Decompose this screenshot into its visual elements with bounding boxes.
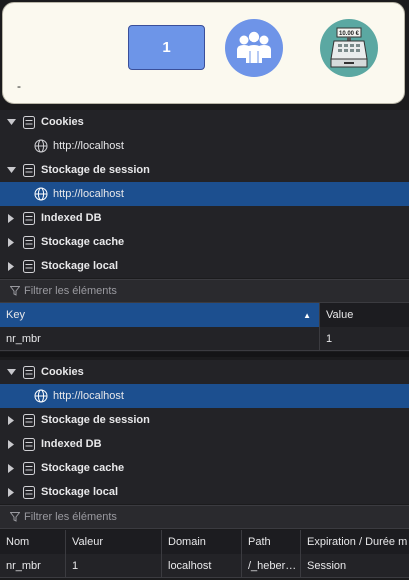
column-label: Key (6, 309, 25, 321)
tree-item-session-storage[interactable]: Stockage de session (0, 408, 409, 432)
tree-item-local-storage[interactable]: Stockage local (0, 480, 409, 504)
chevron-right-icon[interactable] (5, 236, 17, 248)
column-header-domain[interactable]: Domain (162, 530, 242, 554)
tree-item-cookies[interactable]: Cookies (0, 110, 409, 134)
tree-item-label: Stockage de session (41, 414, 150, 426)
tree-item-label: http://localhost (53, 188, 124, 200)
cell-path: /_heber… (242, 554, 301, 577)
database-icon (23, 163, 35, 177)
column-header-value[interactable]: Value (320, 303, 409, 327)
chevron-right-icon[interactable] (5, 438, 17, 450)
column-header-expiration[interactable]: Expiration / Durée m (301, 530, 409, 554)
filter-icon (10, 512, 20, 522)
storage-tree-top: Cookies http://localhost Stockage de ses… (0, 110, 409, 278)
status-text: - (17, 79, 21, 93)
column-header-value[interactable]: Valeur (66, 530, 162, 554)
storage-tree-bottom: Cookies http://localhost Stockage de ses… (0, 360, 409, 504)
tree-item-indexed-db[interactable]: Indexed DB (0, 206, 409, 230)
tree-item-cookies-localhost[interactable]: http://localhost (0, 134, 409, 158)
cell-domain: localhost (162, 554, 242, 577)
database-icon (23, 413, 35, 427)
cell-value: 1 (66, 554, 162, 577)
table-header: Key ▲ Value (0, 303, 409, 327)
chevron-right-icon[interactable] (5, 260, 17, 272)
column-header-path[interactable]: Path (242, 530, 301, 554)
panel-divider[interactable] (0, 352, 409, 357)
column-label: Valeur (72, 536, 103, 548)
database-icon (23, 437, 35, 451)
tree-item-indexed-db[interactable]: Indexed DB (0, 432, 409, 456)
column-header-key[interactable]: Key ▲ (0, 303, 320, 327)
members-icon[interactable] (225, 19, 283, 77)
filter-bar[interactable]: Filtrer les éléments (0, 279, 409, 303)
register-amount: 10.00 € (339, 31, 360, 37)
app-card: 1 10.00 € - (2, 2, 405, 104)
cookie-table: Nom Valeur Domain Path Expiration / Duré… (0, 530, 409, 578)
tree-item-label: Cookies (41, 366, 84, 378)
globe-icon (34, 389, 48, 403)
column-header-name[interactable]: Nom (0, 530, 66, 554)
database-icon (23, 461, 35, 475)
tree-item-label: Indexed DB (41, 438, 102, 450)
database-icon (23, 211, 35, 225)
table-row[interactable]: nr_mbr 1 localhost /_heber… Session (0, 554, 409, 578)
table-row[interactable]: nr_mbr 1 (0, 327, 409, 351)
tree-item-local-storage[interactable]: Stockage local (0, 254, 409, 278)
database-icon (23, 115, 35, 129)
chevron-down-icon[interactable] (5, 366, 17, 378)
tree-item-label: http://localhost (53, 140, 124, 152)
column-label: Path (248, 536, 271, 548)
chevron-right-icon[interactable] (5, 486, 17, 498)
tree-item-cache-storage[interactable]: Stockage cache (0, 230, 409, 254)
tree-item-session-storage[interactable]: Stockage de session (0, 158, 409, 182)
tree-item-label: http://localhost (53, 390, 124, 402)
tree-item-label: Stockage local (41, 260, 119, 272)
column-label: Value (326, 309, 354, 321)
tree-item-label: Cookies (41, 116, 84, 128)
database-icon (23, 235, 35, 249)
filter-input[interactable]: Filtrer les éléments (24, 511, 117, 523)
column-label: Expiration / Durée m (307, 536, 408, 548)
tree-item-label: Stockage cache (41, 462, 125, 474)
chevron-down-icon[interactable] (5, 164, 17, 176)
table-header: Nom Valeur Domain Path Expiration / Duré… (0, 530, 409, 554)
session-storage-table: Key ▲ Value nr_mbr 1 (0, 303, 409, 351)
cell-name: nr_mbr (0, 554, 66, 577)
member-counter-button[interactable]: 1 (128, 25, 205, 70)
database-icon (23, 485, 35, 499)
cell-value: 1 (326, 332, 333, 345)
cell-expiration: Session (307, 559, 347, 572)
tree-item-label: Stockage de session (41, 164, 150, 176)
tree-item-cache-storage[interactable]: Stockage cache (0, 456, 409, 480)
member-counter-value: 1 (162, 39, 171, 56)
tree-item-session-localhost[interactable]: http://localhost (0, 182, 409, 206)
globe-icon (34, 187, 48, 201)
chevron-right-icon[interactable] (5, 414, 17, 426)
database-icon (23, 259, 35, 273)
tree-item-cookies-localhost[interactable]: http://localhost (0, 384, 409, 408)
globe-icon (34, 139, 48, 153)
tree-item-label: Stockage local (41, 486, 119, 498)
chevron-down-icon[interactable] (5, 116, 17, 128)
database-icon (23, 365, 35, 379)
column-label: Domain (168, 536, 206, 548)
cash-register-icon[interactable]: 10.00 € (320, 19, 378, 77)
tree-item-cookies[interactable]: Cookies (0, 360, 409, 384)
filter-icon (10, 286, 20, 296)
sort-ascending-icon: ▲ (303, 310, 311, 320)
chevron-right-icon[interactable] (5, 212, 17, 224)
chevron-right-icon[interactable] (5, 462, 17, 474)
column-label: Nom (6, 536, 30, 548)
cell-key: nr_mbr (0, 327, 320, 350)
tree-item-label: Stockage cache (41, 236, 125, 248)
filter-bar[interactable]: Filtrer les éléments (0, 505, 409, 529)
filter-input[interactable]: Filtrer les éléments (24, 285, 117, 297)
tree-item-label: Indexed DB (41, 212, 102, 224)
